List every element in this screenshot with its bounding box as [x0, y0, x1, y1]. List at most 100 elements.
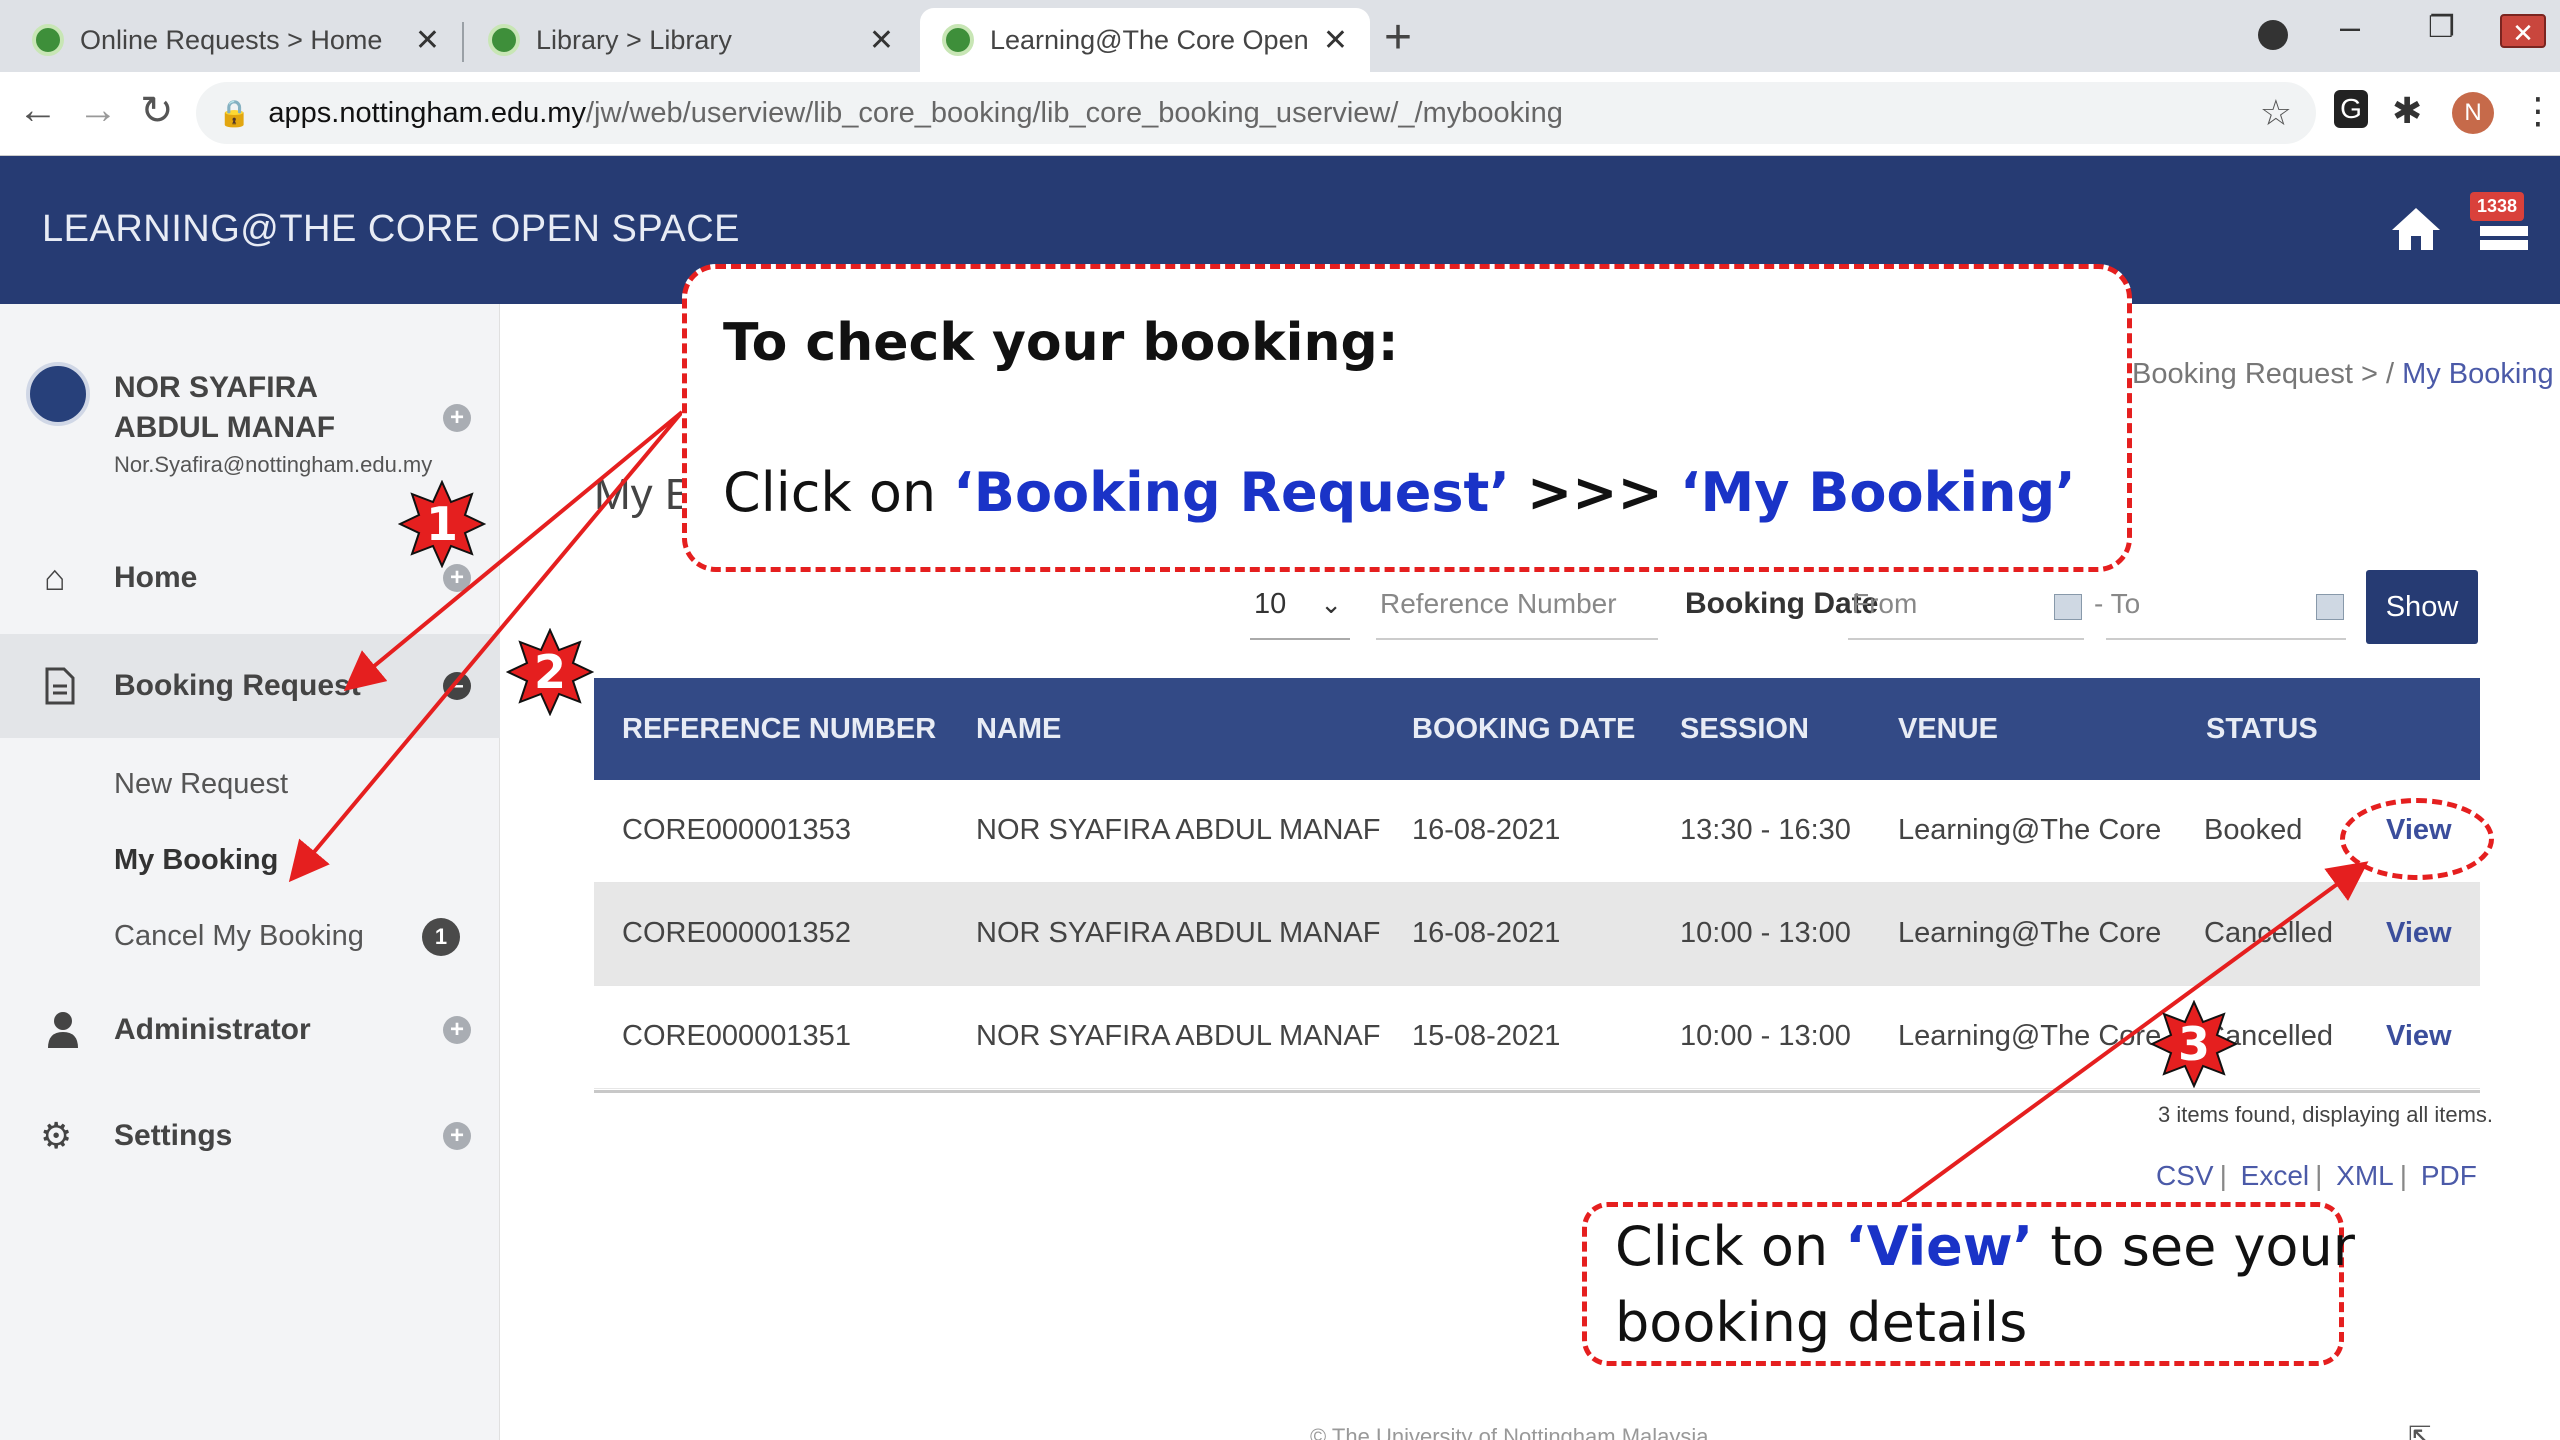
callout-heading: To check your booking:	[723, 313, 1399, 373]
url-path: /jw/web/userview/lib_core_booking/lib_co…	[585, 96, 1563, 129]
breadcrumb-current: My Booking	[2402, 358, 2554, 390]
cell-name: NOR SYAFIRA ABDUL MANAF	[976, 814, 1381, 846]
tab-title: Online Requests > Home	[80, 24, 383, 55]
export-separator: |	[2399, 1160, 2408, 1191]
footer-copyright: © The University of Nottingham Malaysia	[1310, 1424, 1709, 1440]
browser-address-bar: ← → ↻ 🔒 apps.nottingham.edu.my/jw/web/us…	[0, 72, 2560, 156]
sidebar-item-label: Administrator	[114, 1013, 311, 1046]
date-to-input[interactable]	[2106, 586, 2346, 640]
callout-emphasis: ‘View’	[1845, 1215, 2034, 1278]
expand-icon[interactable]: +	[443, 1016, 471, 1044]
close-tab-icon[interactable]: ✕	[415, 23, 440, 58]
lock-icon: 🔒	[218, 97, 251, 128]
sidebar-item-settings[interactable]: ⚙ Settings +	[0, 1086, 500, 1186]
calendar-icon[interactable]	[2316, 594, 2344, 620]
expand-icon[interactable]: +	[443, 564, 471, 592]
sidebar-subitem-my-booking[interactable]: My Booking	[114, 844, 278, 877]
export-xml-link[interactable]: XML	[2336, 1160, 2394, 1191]
favicon-icon	[488, 24, 520, 56]
collapse-icon[interactable]: –	[443, 672, 471, 700]
view-link[interactable]: View	[2386, 917, 2452, 950]
window-close-icon[interactable]: ✕	[2500, 14, 2546, 48]
media-control-icon[interactable]	[2258, 20, 2288, 50]
close-tab-icon[interactable]: ✕	[1323, 23, 1348, 58]
new-tab-icon[interactable]: +	[1384, 10, 1412, 65]
export-pdf-link[interactable]: PDF	[2421, 1160, 2477, 1191]
cell-venue: Learning@The Core	[1898, 917, 2162, 949]
export-links: CSV | Excel | XML | PDF	[2156, 1160, 2483, 1192]
sidebar-item-label: Home	[114, 561, 198, 594]
browser-tab-learning-core[interactable]: Learning@The Core Open Space ✕	[920, 8, 1370, 72]
table-divider	[594, 1090, 2480, 1093]
expand-icon[interactable]: +	[443, 1122, 471, 1150]
bookmark-star-icon[interactable]: ☆	[2260, 92, 2292, 134]
browser-menu-icon[interactable]: ⋮	[2520, 90, 2556, 132]
home-icon[interactable]	[2390, 206, 2442, 252]
notification-badge: 1338	[2470, 192, 2525, 221]
extension-g-icon[interactable]: G	[2334, 90, 2368, 128]
sidebar-item-label: Booking Request	[114, 669, 361, 702]
table-row: CORE000001352 NOR SYAFIRA ABDUL MANAF 16…	[594, 883, 2480, 986]
column-header[interactable]: VENUE	[1898, 713, 1998, 746]
export-csv-link[interactable]: CSV	[2156, 1160, 2214, 1191]
tab-separator	[462, 22, 464, 62]
forward-icon[interactable]: →	[78, 88, 118, 133]
callout-text: to see your	[2050, 1215, 2355, 1278]
reload-icon[interactable]: ↻	[140, 88, 174, 134]
sidebar-subitem-new-request[interactable]: New Request	[114, 768, 288, 801]
callout-text: booking details	[1615, 1291, 2028, 1354]
page-title: My B	[594, 470, 695, 519]
step-number: 3	[2177, 1017, 2210, 1071]
export-excel-link[interactable]: Excel	[2241, 1160, 2309, 1191]
view-link[interactable]: View	[2386, 1020, 2452, 1053]
callout-text: Click on	[1615, 1215, 1829, 1278]
export-separator: |	[2219, 1160, 2227, 1191]
breadcrumb-parent[interactable]: Booking Request	[2132, 358, 2353, 390]
cell-date: 15-08-2021	[1412, 1020, 1561, 1052]
chevron-down-icon: ⌄	[1320, 589, 1342, 619]
page-size-select[interactable]: 10 ⌄	[1250, 586, 1350, 640]
user-icon	[48, 1012, 78, 1048]
cell-status: Cancelled	[2204, 917, 2333, 949]
column-header[interactable]: REFERENCE NUMBER	[622, 713, 936, 746]
column-header[interactable]: SESSION	[1680, 713, 1809, 746]
browser-tab-online-requests[interactable]: Online Requests > Home ✕	[10, 8, 462, 72]
favicon-icon	[32, 24, 64, 56]
calendar-icon[interactable]	[2054, 594, 2082, 620]
cell-date: 16-08-2021	[1412, 814, 1561, 846]
column-header[interactable]: BOOKING DATE	[1412, 713, 1635, 746]
export-separator: |	[2315, 1160, 2323, 1191]
cell-name: NOR SYAFIRA ABDUL MANAF	[976, 1020, 1381, 1052]
column-header[interactable]: STATUS	[2206, 713, 2318, 746]
browser-tab-library[interactable]: Library > Library ✕	[466, 8, 916, 72]
minimize-icon[interactable]: –	[2340, 6, 2360, 48]
sidebar-subitem-cancel-my-booking[interactable]: Cancel My Booking	[114, 920, 364, 953]
sidebar-item-administrator[interactable]: Administrator +	[0, 980, 500, 1080]
table-row: CORE000001353 NOR SYAFIRA ABDUL MANAF 16…	[594, 780, 2480, 883]
breadcrumb-separator: >	[2360, 358, 2378, 390]
extensions-puzzle-icon[interactable]: ✱	[2392, 90, 2422, 132]
callout-view-details: Click on ‘View’ to see your booking deta…	[1582, 1202, 2355, 1366]
tab-title: Learning@The Core Open Space	[990, 24, 1313, 55]
sidebar-item-label: Settings	[114, 1119, 233, 1152]
cell-reference: CORE000001351	[622, 1020, 851, 1052]
gears-icon: ⚙	[40, 1115, 73, 1156]
url-field[interactable]: 🔒 apps.nottingham.edu.my/jw/web/userview…	[196, 82, 2316, 144]
back-icon[interactable]: ←	[18, 88, 58, 133]
step-number: 1	[425, 497, 458, 551]
browser-tab-bar: Online Requests > Home ✕ Library > Libra…	[0, 0, 2560, 72]
reference-number-input[interactable]: Reference Number	[1376, 586, 1658, 640]
user-expand-icon[interactable]: +	[443, 404, 471, 432]
date-from-input[interactable]: From	[1848, 586, 2084, 640]
user-name: NOR SYAFIRA ABDUL MANAF	[114, 371, 336, 444]
profile-avatar[interactable]: N	[2452, 92, 2494, 134]
close-tab-icon[interactable]: ✕	[869, 23, 894, 58]
column-header[interactable]: NAME	[976, 713, 1061, 746]
callout-text: >>>	[1527, 461, 1663, 524]
step-badge-3: 3	[2149, 999, 2239, 1089]
show-button[interactable]: Show	[2366, 570, 2478, 644]
cell-session: 13:30 - 16:30	[1680, 814, 1851, 846]
sidebar-item-booking-request[interactable]: Booking Request –	[0, 634, 500, 738]
step-number: 2	[533, 645, 566, 699]
restore-icon[interactable]: ❐	[2428, 10, 2455, 45]
